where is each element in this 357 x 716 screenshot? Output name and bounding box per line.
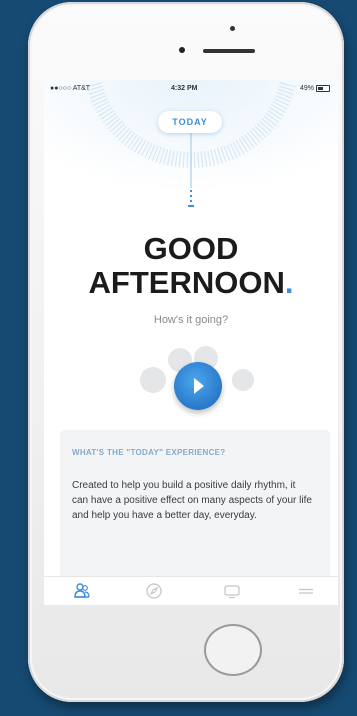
battery-icon <box>316 85 330 92</box>
battery-percent: 49% <box>299 85 314 92</box>
greeting-heading: GOOD AFTERNOON. <box>44 232 338 300</box>
greeting-subtitle: How's it going? <box>153 314 229 326</box>
tab-menu[interactable] <box>296 581 316 601</box>
daily-dial-graphic <box>44 80 338 240</box>
front-camera <box>230 26 235 31</box>
mood-bubble-right[interactable] <box>232 369 254 391</box>
greeting-line-1: GOOD <box>143 231 239 266</box>
people-icon <box>74 583 90 598</box>
menu-icon <box>299 588 313 594</box>
info-card-title: WHAT'S THE "TODAY" EXPERIENCE? <box>72 448 226 457</box>
greeting-word: AFTERNOON <box>88 265 285 300</box>
tab-explore[interactable] <box>144 581 164 601</box>
earpiece-speaker <box>203 49 255 53</box>
greeting-period: . <box>284 265 294 300</box>
app-screen: ●●○○○ AT&T 4:32 PM 49% TODAY GOOD AFTERN… <box>44 80 338 605</box>
tab-screen[interactable] <box>222 581 242 601</box>
info-card-body: Created to help you build a positive dai… <box>72 480 312 521</box>
info-card: WHAT'S THE "TODAY" EXPERIENCE? Created t… <box>60 430 330 595</box>
tab-people[interactable] <box>72 581 92 601</box>
today-button[interactable]: TODAY <box>158 111 222 133</box>
compass-icon <box>146 583 162 599</box>
proximity-sensor <box>179 47 185 53</box>
home-button[interactable] <box>204 624 262 676</box>
mood-bubble-left[interactable] <box>140 367 166 393</box>
screen-icon <box>224 585 240 599</box>
play-button[interactable] <box>174 362 222 410</box>
battery-indicator: 49% <box>300 85 330 92</box>
clock: 4:32 PM <box>171 85 198 92</box>
carrier-label: ●●○○○ AT&T <box>50 85 91 92</box>
tab-bar <box>44 576 338 605</box>
greeting-line-2: AFTERNOON. <box>44 266 338 300</box>
status-bar: ●●○○○ AT&T 4:32 PM 49% <box>44 80 338 98</box>
